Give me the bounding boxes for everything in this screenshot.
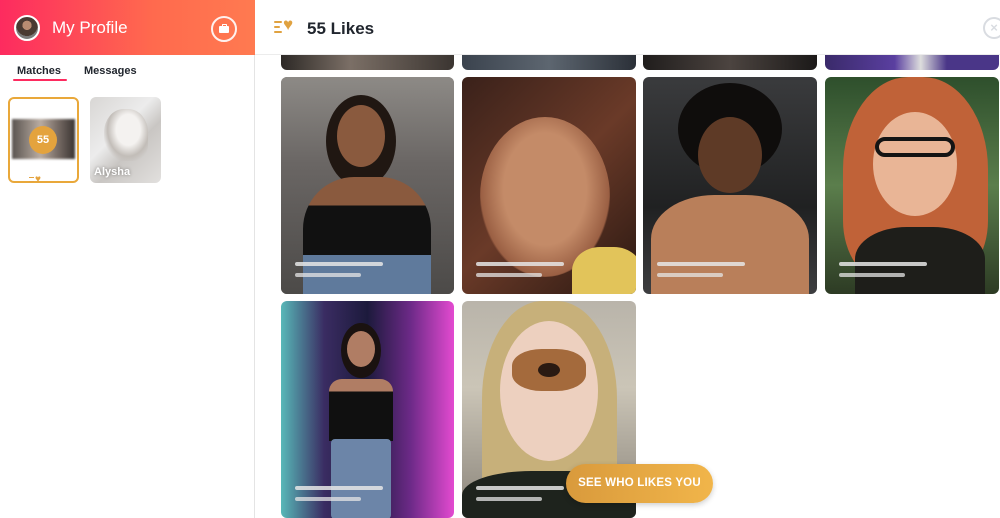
- like-card[interactable]: [643, 55, 817, 70]
- like-card[interactable]: [462, 55, 636, 70]
- gold-heart-icon: ♥: [274, 16, 300, 35]
- active-tab-indicator: [13, 79, 67, 81]
- avatar[interactable]: [14, 15, 40, 41]
- match-photo: [104, 109, 148, 161]
- like-card[interactable]: [281, 55, 454, 70]
- match-card[interactable]: Alysha: [90, 97, 161, 183]
- tab-matches[interactable]: Matches: [17, 65, 61, 78]
- tab-messages[interactable]: Messages: [84, 65, 137, 78]
- close-icon[interactable]: ×: [983, 17, 1000, 39]
- see-who-likes-you-button[interactable]: SEE WHO LIKES YOU: [566, 464, 713, 503]
- like-card[interactable]: [281, 77, 454, 294]
- likes-grid: [255, 55, 1000, 518]
- like-card[interactable]: [825, 55, 999, 70]
- like-card[interactable]: [825, 77, 999, 294]
- main-header: ♥ 55 Likes ×: [255, 0, 1000, 55]
- like-card[interactable]: [281, 301, 454, 518]
- likes-count-badge: 55: [29, 126, 57, 154]
- sidebar: My Profile Matches Messages 55 ♥ Alysha: [0, 0, 255, 518]
- page-title: 55 Likes: [307, 19, 375, 38]
- app-window: My Profile Matches Messages 55 ♥ Alysha …: [0, 0, 1000, 518]
- briefcase-icon[interactable]: [211, 16, 237, 42]
- like-card[interactable]: [643, 77, 817, 294]
- profile-title[interactable]: My Profile: [52, 18, 128, 38]
- gold-heart-icon: ♥: [29, 175, 41, 185]
- profile-header[interactable]: My Profile: [0, 0, 255, 55]
- likes-card[interactable]: 55 ♥: [8, 97, 79, 185]
- match-name: Alysha: [94, 166, 131, 178]
- like-card[interactable]: [462, 77, 636, 294]
